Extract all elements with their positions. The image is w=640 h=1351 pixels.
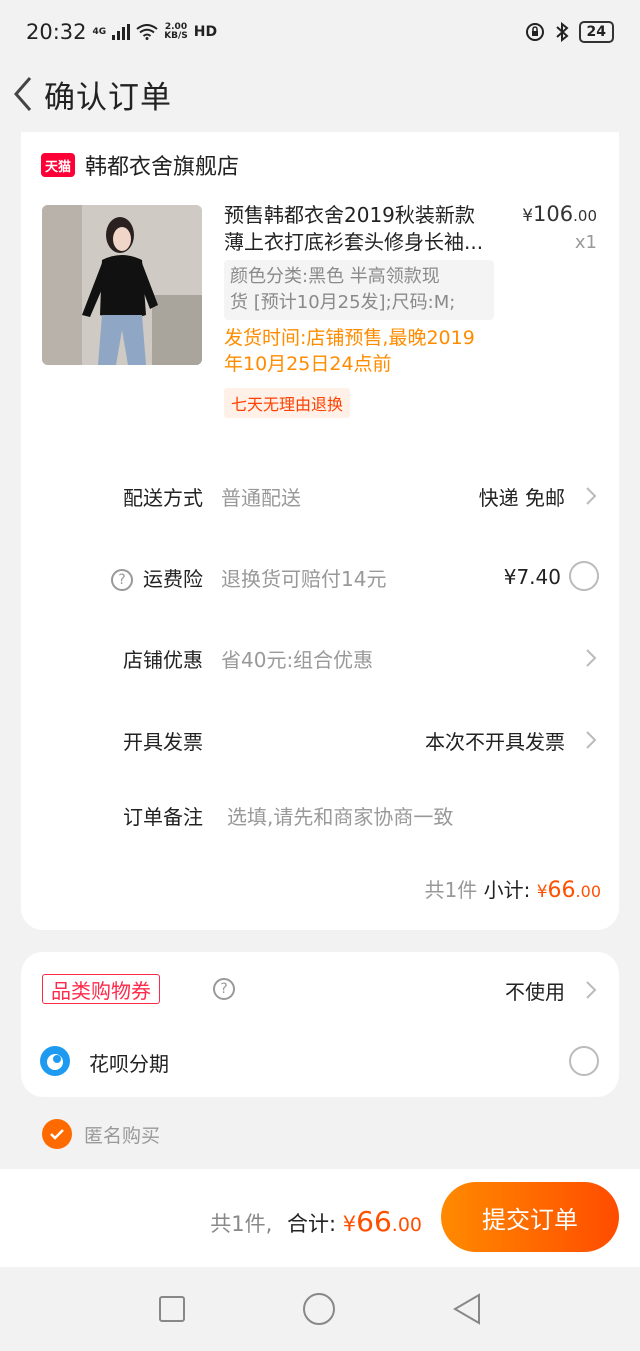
invoice-row[interactable]: 开具发票 本次不开具发票 [21,720,619,760]
discount-row[interactable]: 店铺优惠 省40元:组合优惠 [21,638,619,678]
insurance-radio[interactable] [569,561,599,591]
chevron-right-icon [586,731,597,749]
delivery-label: 配送方式 [123,485,203,510]
submit-order-button[interactable]: 提交订单 [441,1182,619,1252]
delivery-method: 快递 免邮 [478,485,565,510]
back-button[interactable] [8,74,38,114]
insurance-price: ¥7.40 [503,565,561,589]
hd-icon: HD [193,23,218,40]
subtotal: 共1件 小计: ¥66.00 [424,878,601,903]
shop-name: 韩都衣舍旗舰店 [85,155,240,180]
note-input[interactable]: 选填,请先和商家协商一致 [227,801,453,830]
huabei-label: 花呗分期 [89,1051,169,1076]
order-card: 天猫 韩都衣舍旗舰店 预售韩都衣舍2019秋装新款 薄上衣打底衫套头修身长袖..… [21,132,619,930]
back-nav-icon[interactable] [453,1293,481,1325]
checkout-bar: 共1件, 合计: ¥66.00 提交订单 [0,1169,640,1267]
ship-time-notice: 发货时间:店铺预售,最晚2019 年10月25日24点前 [224,327,475,375]
discount-label: 店铺优惠 [123,647,203,672]
wifi-icon [136,24,158,40]
nav-bar: 确认订单 [0,64,640,124]
network-speed: 2.00 KB/S [164,22,188,41]
signal-icon [112,24,131,40]
insurance-row[interactable]: ? 运费险 退换货可赔付14元 ¥7.40 [21,557,619,597]
order-total: 共1件, 合计: ¥66.00 [210,1205,422,1238]
coupon-value: 不使用 [505,979,565,1004]
back-arrow-icon [14,77,32,111]
product-item[interactable]: 预售韩都衣舍2019秋装新款 薄上衣打底衫套头修身长袖... ¥106.00 x… [21,182,619,437]
lock-rotation-icon [525,23,544,41]
shop-header[interactable]: 天猫 韩都衣舍旗舰店 [21,132,619,182]
discount-value: 省40元:组合优惠 [221,647,374,672]
invoice-value: 本次不开具发票 [425,729,565,754]
insurance-value: 退换货可赔付14元 [221,566,387,591]
product-sku[interactable]: 颜色分类:黑色 半高领款现 货 [预计10月25发];尺码:M; [224,260,494,320]
payment-card: 品类购物券 ? 不使用 花呗分期 [21,952,619,1097]
huabei-icon [40,1046,70,1076]
huabei-radio[interactable] [569,1046,599,1076]
bluetooth-icon [555,22,569,42]
chevron-right-icon [586,649,597,667]
anonymous-label: 匿名购买 [84,1124,161,1147]
checkmark-icon[interactable] [42,1119,72,1149]
chevron-right-icon [586,981,597,999]
battery-icon: 24 [578,21,614,43]
page-title: 确认订单 [44,79,172,116]
huabei-row[interactable]: 花呗分期 [21,1042,619,1082]
home-icon[interactable] [302,1292,336,1326]
system-nav-bar [0,1267,640,1351]
note-row: 订单备注 选填,请先和商家协商一致 [21,795,619,835]
product-title: 预售韩都衣舍2019秋装新款 薄上衣打底衫套头修身长袖... [224,203,484,254]
product-photo-illustration [42,205,202,365]
status-bar: 20:32 4G 2.00 KB/S HD 24 [0,0,640,64]
chevron-right-icon [586,487,597,505]
coupon-row[interactable]: 不使用 [21,970,619,1010]
tmall-logo-icon: 天猫 [41,153,75,177]
product-quantity: x1 [574,232,597,253]
insurance-label: ? 运费险 [111,563,203,592]
anonymous-purchase[interactable]: 匿名购买 [0,1097,640,1149]
note-label: 订单备注 [123,804,203,829]
invoice-label: 开具发票 [123,729,203,754]
product-price: ¥106.00 [522,202,597,226]
status-time: 20:32 [26,20,87,44]
help-icon[interactable]: ? [111,569,133,591]
network-type: 4G [92,26,107,37]
delivery-row[interactable]: 配送方式 普通配送 快递 免邮 [21,476,619,516]
product-image[interactable] [42,205,202,365]
return-policy-tag: 七天无理由退换 [224,388,351,418]
recent-apps-icon[interactable] [158,1296,185,1322]
delivery-value: 普通配送 [221,485,301,510]
